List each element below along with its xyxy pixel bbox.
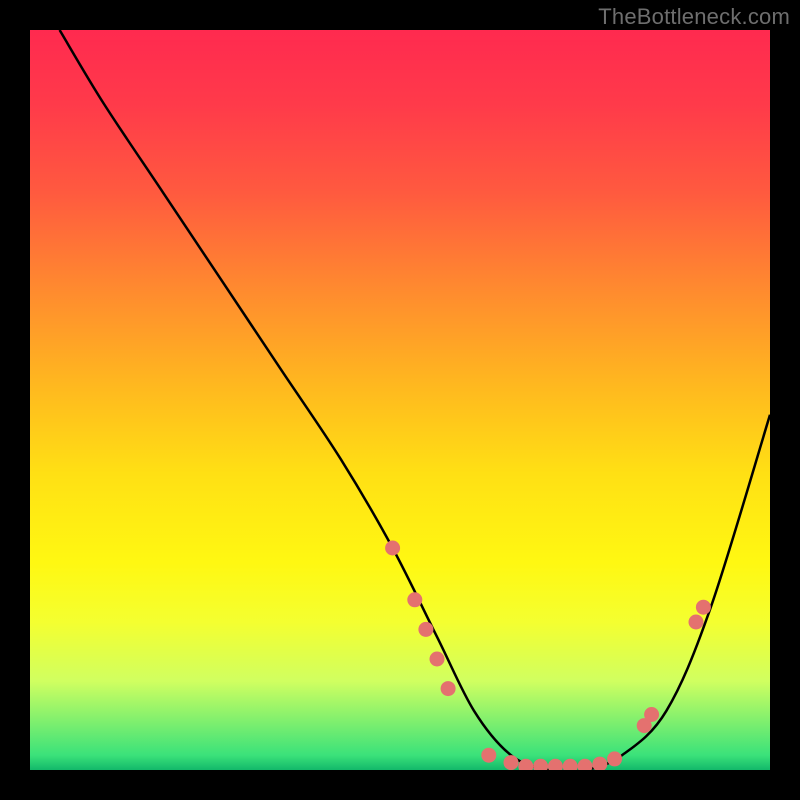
bottleneck-marker [548,759,563,770]
bottleneck-marker [407,592,422,607]
bottleneck-curve-svg [30,30,770,770]
bottleneck-curve [60,30,770,770]
bottleneck-marker [607,751,622,766]
plot-area [30,30,770,770]
bottleneck-marker [441,681,456,696]
bottleneck-marker [430,652,445,667]
bottleneck-marker [592,757,607,770]
bottleneck-marker [533,759,548,770]
bottleneck-marker [418,622,433,637]
watermark-text: TheBottleneck.com [598,4,790,30]
bottleneck-marker [504,755,519,770]
bottleneck-markers [385,541,711,771]
bottleneck-marker [644,707,659,722]
bottleneck-marker [385,541,400,556]
bottleneck-marker [578,759,593,770]
bottleneck-marker [563,759,578,770]
bottleneck-marker [689,615,704,630]
bottleneck-marker [696,600,711,615]
chart-frame: TheBottleneck.com [0,0,800,800]
bottleneck-marker [481,748,496,763]
